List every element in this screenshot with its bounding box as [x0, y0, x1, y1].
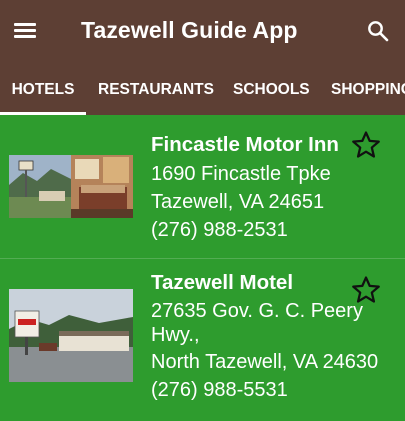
hotel-list-item[interactable]: Tazewell Motel 27635 Gov. G. C. Peery Hw… — [0, 258, 405, 421]
hotel-address-line1-cont: Hwy., — [151, 324, 200, 346]
tab-schools[interactable]: SCHOOLS — [233, 66, 310, 115]
hotel-address-line2: North Tazewell, VA 24630 — [151, 351, 379, 373]
hotel-address-line2: Tazewell, VA 24651 — [151, 191, 325, 213]
hotel-photo — [9, 155, 133, 218]
app-title: Tazewell Guide App — [81, 17, 298, 43]
category-tabs: HOTELS RESTAURANTS SCHOOLS SHOPPING — [0, 66, 405, 115]
hotel-name: Tazewell Motel — [151, 271, 294, 294]
tab-shopping[interactable]: SHOPPING — [331, 66, 405, 115]
hotel-address-line1: 1690 Fincastle Tpke — [151, 163, 331, 185]
hotel-address-line1: 27635 Gov. G. C. Peery — [151, 300, 363, 322]
hotel-phone[interactable]: (276) 988-2531 — [151, 219, 288, 242]
hotel-list-item[interactable]: Fincastle Motor Inn 1690 Fincastle Tpke … — [0, 115, 405, 258]
hotel-phone[interactable]: (276) 988-5531 — [151, 379, 288, 402]
search-icon[interactable] — [366, 19, 390, 43]
hotel-photo — [9, 289, 133, 382]
star-outline-icon[interactable] — [349, 128, 383, 162]
app-bar: Tazewell Guide App HOTELS RESTAURANTS SC… — [0, 0, 405, 115]
star-outline-icon[interactable] — [349, 273, 383, 307]
menu-icon[interactable] — [14, 21, 38, 41]
hotel-name: Fincastle Motor Inn — [151, 133, 339, 156]
tab-restaurants[interactable]: RESTAURANTS — [98, 66, 214, 115]
tab-hotels[interactable]: HOTELS — [0, 66, 86, 115]
